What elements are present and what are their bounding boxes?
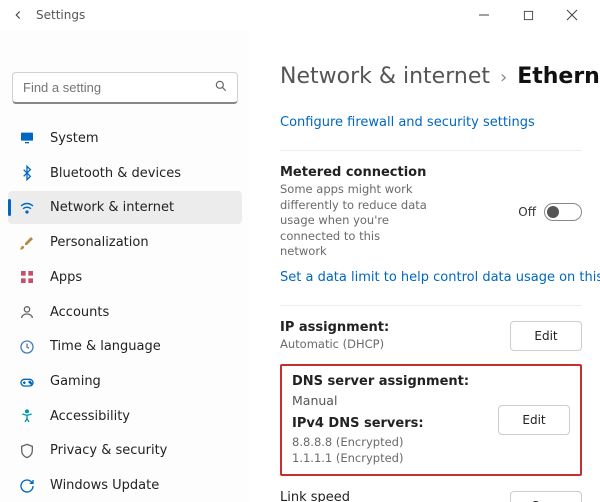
bluetooth-icon (18, 165, 36, 181)
sidebar-item-accounts[interactable]: Accounts (8, 296, 242, 329)
sidebar-item-label: Apps (50, 270, 82, 285)
sidebar-item-apps[interactable]: Apps (8, 261, 242, 294)
maximize-icon (523, 10, 534, 21)
sidebar-item-system[interactable]: System (8, 122, 242, 155)
window-title: Settings (36, 8, 85, 22)
sidebar-item-label: Accessibility (50, 409, 130, 424)
ip-edit-button[interactable]: Edit (510, 321, 582, 351)
chevron-right-icon: › (500, 67, 507, 88)
accessibility-icon (18, 408, 36, 424)
sidebar-item-label: Time & language (50, 339, 161, 354)
sidebar-item-privacy[interactable]: Privacy & security (8, 435, 242, 468)
accounts-icon (18, 304, 36, 320)
wifi-icon (18, 200, 36, 216)
ip-value: Automatic (DHCP) (280, 337, 502, 353)
ipv4-dns-label: IPv4 DNS servers: (292, 416, 498, 431)
metered-toggle[interactable] (544, 203, 582, 221)
metered-row: Metered connection Some apps might work … (280, 157, 582, 268)
ip-row: IP assignment: Automatic (DHCP) Edit (280, 312, 582, 361)
linkspeed-copy-button[interactable]: Copy (510, 491, 582, 502)
data-limit-link[interactable]: Set a data limit to help control data us… (280, 270, 600, 285)
dns-title: DNS server assignment: (292, 374, 498, 389)
sidebar-item-label: Windows Update (50, 478, 159, 493)
gaming-icon (18, 374, 36, 390)
sidebar: System Bluetooth & devices Network & int… (0, 30, 250, 502)
toggle-state-label: Off (518, 205, 536, 219)
dns-highlight: DNS server assignment: Manual IPv4 DNS s… (280, 364, 582, 476)
sidebar-item-label: Bluetooth & devices (50, 166, 181, 181)
sidebar-item-network[interactable]: Network & internet (8, 191, 242, 224)
sidebar-item-label: Personalization (50, 235, 149, 250)
dns-edit-button[interactable]: Edit (498, 405, 570, 435)
sidebar-item-label: Accounts (50, 305, 109, 320)
sidebar-item-time[interactable]: Time & language (8, 330, 242, 363)
sidebar-item-label: Privacy & security (50, 443, 167, 458)
linkspeed-title: Link speed (Receive/Transmit): (280, 490, 430, 502)
display-icon (18, 130, 36, 146)
minimize-button[interactable] (462, 0, 506, 30)
close-button[interactable] (550, 0, 594, 30)
dns-server-2: 1.1.1.1 (Encrypted) (292, 451, 498, 467)
sidebar-item-label: System (50, 131, 98, 146)
titlebar: Settings (0, 0, 600, 30)
update-icon (18, 478, 36, 494)
paint-icon (18, 235, 36, 251)
shield-icon (18, 443, 36, 459)
maximize-button[interactable] (506, 0, 550, 30)
sidebar-item-bluetooth[interactable]: Bluetooth & devices (8, 157, 242, 190)
settings-window: Settings System Blu (0, 0, 600, 502)
sidebar-item-update[interactable]: Windows Update (8, 469, 242, 502)
dns-mode: Manual (292, 393, 498, 408)
page-title: Ethernet (517, 64, 600, 89)
metered-title: Metered connection (280, 165, 510, 180)
search-wrap (12, 72, 238, 104)
clock-icon (18, 339, 36, 355)
sidebar-item-label: Gaming (50, 374, 101, 389)
apps-icon (18, 269, 36, 285)
close-icon (566, 9, 578, 21)
search-input[interactable] (12, 72, 238, 104)
linkspeed-row: Link speed (Receive/Transmit): Copy (280, 482, 582, 502)
ip-title: IP assignment: (280, 320, 502, 335)
metered-description: Some apps might work differently to redu… (280, 182, 430, 260)
firewall-link[interactable]: Configure firewall and security settings (280, 115, 535, 130)
back-button[interactable] (6, 3, 30, 27)
sidebar-item-accessibility[interactable]: Accessibility (8, 400, 242, 433)
breadcrumb-parent[interactable]: Network & internet (280, 64, 490, 89)
breadcrumb: Network & internet › Ethernet (280, 64, 582, 89)
main-content: Network & internet › Ethernet Configure … (250, 30, 600, 502)
dns-server-1: 8.8.8.8 (Encrypted) (292, 435, 498, 451)
arrow-left-icon (11, 8, 25, 22)
minimize-icon (478, 9, 490, 21)
sidebar-item-personalization[interactable]: Personalization (8, 226, 242, 259)
sidebar-item-gaming[interactable]: Gaming (8, 365, 242, 398)
sidebar-item-label: Network & internet (50, 200, 174, 215)
